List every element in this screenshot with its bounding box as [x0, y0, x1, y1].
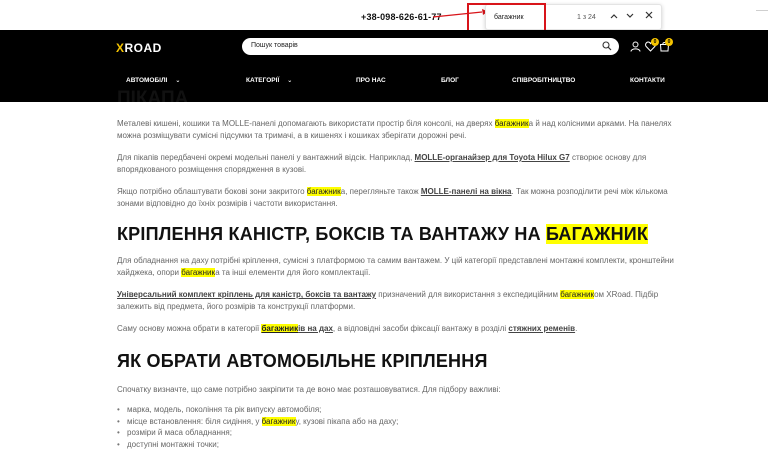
article-body: Металеві кишені, кошики та MOLLE-панелі … [117, 102, 677, 450]
nav-item-cooperation[interactable]: СПІВРОБІТНИЦТВО [512, 77, 575, 84]
list-item: місце встановлення: біля сидіння, у бага… [117, 416, 677, 428]
wishlist-count-badge: 0 [651, 38, 659, 46]
phone-number[interactable]: +38-098-626-61-77 [361, 12, 442, 22]
nav-label: АВТОМОБІЛІ [126, 77, 168, 84]
paragraph: Металеві кишені, кошики та MOLLE-панелі … [117, 119, 672, 140]
nav-label: КАТЕГОРІЇ [246, 77, 280, 84]
search-placeholder: Пошук товарів [251, 42, 298, 49]
user-icon[interactable] [630, 41, 641, 52]
section-heading: КРІПЛЕННЯ КАНІСТР, БОКСІВ ТА ВАНТАЖУ НА … [117, 224, 649, 244]
link-molle-window[interactable]: MOLLE-панелі на вікна [421, 187, 512, 196]
criteria-list: марка, модель, покоління та рік випуску … [117, 404, 677, 450]
nav-item-about[interactable]: ПРО НАС [356, 77, 386, 84]
search-input[interactable]: Пошук товарів [242, 38, 619, 55]
divider [756, 10, 768, 11]
list-item: розміри й маса обладнання; [117, 427, 677, 439]
paragraph: Для пікапів передбачені окремі модельні … [117, 153, 647, 174]
paragraph: Спочатку визначте, що саме потрібно закр… [117, 385, 501, 394]
search-highlight: багажник [261, 416, 296, 426]
list-item: марка, модель, покоління та рік випуску … [117, 404, 677, 416]
paragraph: Саму основу можна обрати в категорії баг… [117, 324, 578, 333]
clipped-heading: ПІКАПА [117, 88, 189, 102]
nav-item-contacts[interactable]: КОНТАКТИ [630, 77, 665, 84]
search-highlight: багажник [181, 268, 216, 277]
search-highlight: БАГАЖНИК [545, 224, 649, 244]
link-roof-racks[interactable]: багажників на дах [261, 324, 333, 333]
cart-count-badge: 0 [665, 38, 673, 46]
search-highlight: багажник [306, 187, 341, 196]
chevron-down-icon[interactable] [623, 10, 637, 24]
nav-item-cars[interactable]: АВТОМОБІЛІ ⌄ [126, 77, 180, 84]
search-highlight: багажник [494, 119, 529, 128]
link-straps[interactable]: стяжних ременів [508, 324, 575, 333]
chevron-down-icon: ⌄ [175, 78, 181, 84]
chevron-down-icon: ⌄ [287, 78, 293, 84]
main-nav: АВТОМОБІЛІ ⌄ КАТЕГОРІЇ ⌄ ПРО НАС БЛОГ СПІВ… [0, 77, 768, 91]
find-match-count: 1 з 24 [577, 14, 596, 21]
paragraph: Якщо потрібно облаштувати бокові зони за… [117, 187, 668, 208]
link-universal-kit[interactable]: Універсальний комплект кріплень для кані… [117, 290, 376, 299]
logo-x: X [116, 41, 125, 55]
search-highlight: багажник [560, 290, 595, 299]
paragraph: Універсальний комплект кріплень для кані… [117, 290, 659, 311]
paragraph: Для обладнання на даху потрібні кріпленн… [117, 256, 674, 277]
site-header: XROAD Пошук товарів 0 0 АВТОМОБІЛІ ⌄ КАТЕ… [0, 30, 768, 102]
list-item: доступні монтажні точки; [117, 439, 677, 451]
close-icon[interactable] [642, 10, 656, 24]
nav-item-categories[interactable]: КАТЕГОРІЇ ⌄ [246, 77, 292, 84]
nav-item-blog[interactable]: БЛОГ [441, 77, 459, 84]
site-logo[interactable]: XROAD [116, 41, 162, 55]
logo-text: ROAD [124, 41, 162, 55]
chevron-up-icon[interactable] [607, 10, 621, 24]
section-heading: ЯК ОБРАТИ АВТОМОБІЛЬНЕ КРІПЛЕННЯ [117, 351, 488, 371]
search-icon[interactable] [602, 41, 612, 51]
link-molle-organizer[interactable]: MOLLE-органайзер для Toyota Hilux G7 [415, 153, 570, 162]
